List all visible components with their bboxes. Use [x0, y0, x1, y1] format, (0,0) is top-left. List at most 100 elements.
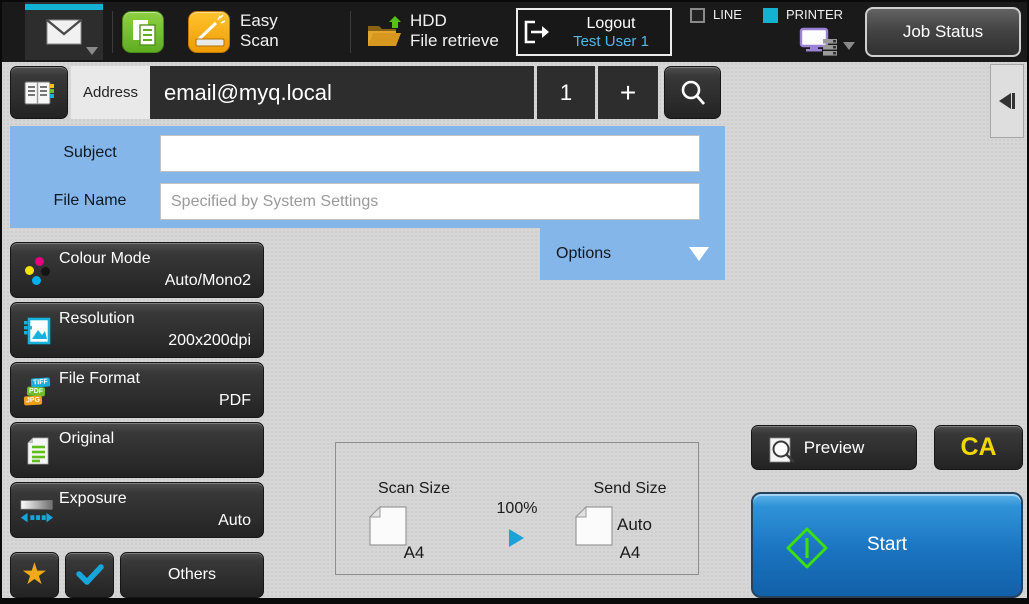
preview-label: Preview — [804, 438, 864, 458]
status-dropdown-icon[interactable] — [843, 42, 855, 50]
zoom-ratio-value: 100% — [477, 500, 557, 518]
file-format-button[interactable]: TIFF PDF JPG File Format PDF — [10, 362, 264, 418]
line-status-label: LINE — [713, 7, 742, 22]
exposure-label: Exposure — [59, 490, 127, 508]
options-expander[interactable]: Options — [540, 228, 725, 280]
job-status-button[interactable]: Job Status — [865, 7, 1021, 57]
logged-in-user: Test User 1 — [552, 33, 670, 50]
file-name-input[interactable] — [160, 183, 700, 220]
active-tab-stripe — [25, 4, 103, 10]
pdf-badge: PDF — [27, 386, 45, 396]
recipient-count: 1 — [560, 80, 572, 106]
address-value-field[interactable]: email@myq.local — [150, 66, 534, 119]
collapse-panel-icon — [999, 93, 1011, 109]
resolution-value: 200x200dpi — [168, 332, 251, 350]
email-options-panel: Subject File Name — [10, 126, 725, 228]
original-button[interactable]: Original — [10, 422, 264, 478]
options-label: Options — [556, 245, 611, 263]
hdd-retrieve-label[interactable]: HDD File retrieve — [410, 11, 499, 51]
topbar-separator — [350, 11, 351, 53]
original-icon — [20, 423, 54, 479]
plus-icon: + — [620, 77, 636, 109]
logout-button[interactable]: Logout Test User 1 — [516, 8, 672, 56]
colour-mode-button[interactable]: Colour Mode Auto/Mono2 — [10, 242, 264, 298]
email-tab-dropdown-icon[interactable] — [86, 47, 98, 55]
send-size-label: Send Size — [560, 480, 700, 498]
easy-scan-icon — [189, 12, 231, 54]
confirm-button[interactable] — [65, 552, 114, 598]
zoom-direction-icon — [509, 529, 524, 547]
others-label: Others — [168, 566, 216, 584]
copy-mode-button[interactable] — [122, 11, 164, 53]
top-bar: Easy Scan HDD File retrieve Logout Test … — [2, 2, 1027, 62]
others-button[interactable]: Others — [120, 552, 264, 598]
original-label: Original — [59, 430, 114, 448]
favourite-star-icon: ★ — [21, 560, 48, 590]
easy-scan-button[interactable] — [188, 11, 230, 53]
resolution-button[interactable]: Resolution 200x200dpi — [10, 302, 264, 358]
resolution-label: Resolution — [59, 310, 135, 328]
jpg-badge: JPG — [24, 395, 42, 405]
printer-status-indicator — [763, 8, 778, 23]
exposure-icon — [20, 483, 54, 539]
easy-scan-label-line2: Scan — [240, 31, 279, 51]
envelope-icon — [46, 19, 82, 45]
colour-mode-icon — [20, 243, 54, 299]
address-label-text: Address — [83, 84, 138, 101]
action-panel-collapse-tab[interactable] — [990, 64, 1024, 138]
recipient-count-button[interactable]: 1 — [537, 66, 595, 119]
add-recipient-button[interactable]: + — [598, 66, 658, 119]
address-book-button[interactable] — [10, 66, 68, 119]
resolution-icon — [20, 303, 54, 359]
file-format-value: PDF — [219, 392, 251, 410]
tiff-badge: TIFF — [31, 377, 50, 387]
send-size-mode: Auto — [617, 515, 677, 535]
start-button[interactable]: Start — [751, 492, 1023, 598]
collapse-panel-bar — [1012, 93, 1015, 109]
topbar-separator — [112, 11, 113, 53]
scan-page-icon — [368, 505, 408, 547]
printer-status-icon[interactable] — [797, 27, 843, 57]
file-format-label: File Format — [59, 370, 140, 388]
scan-size-label: Scan Size — [354, 480, 474, 498]
easy-scan-label[interactable]: Easy Scan — [240, 11, 279, 51]
send-size-value: A4 — [560, 543, 700, 563]
hdd-label-line2: File retrieve — [410, 31, 499, 51]
scan-size-value: A4 — [354, 543, 474, 563]
search-icon — [677, 77, 709, 109]
printer-status-label: PRINTER — [786, 7, 843, 22]
copy-icon — [123, 12, 165, 54]
send-page-icon — [574, 505, 614, 547]
colour-mode-label: Colour Mode — [59, 250, 151, 268]
exposure-value: Auto — [218, 512, 251, 530]
address-book-icon — [22, 78, 56, 108]
subject-label: Subject — [30, 144, 150, 162]
scan-to-email-screen: Easy Scan HDD File retrieve Logout Test … — [0, 0, 1029, 604]
file-name-label: File Name — [30, 192, 150, 210]
address-field-label: Address — [71, 66, 150, 119]
favourite-button[interactable]: ★ — [10, 552, 59, 598]
hdd-folder-icon[interactable] — [364, 14, 404, 52]
preview-button[interactable]: Preview — [751, 425, 917, 470]
colour-mode-value: Auto/Mono2 — [165, 272, 251, 290]
address-search-button[interactable] — [664, 66, 721, 119]
logout-label: Logout — [552, 15, 670, 33]
exposure-button[interactable]: Exposure Auto — [10, 482, 264, 538]
address-value-text: email@myq.local — [164, 80, 332, 106]
easy-scan-label-line1: Easy — [240, 11, 279, 31]
preview-icon — [766, 434, 800, 466]
subject-input[interactable] — [160, 135, 700, 172]
size-summary-panel[interactable]: Scan Size A4 100% Send Size Auto A4 — [335, 442, 699, 575]
line-status-indicator — [690, 8, 705, 23]
clear-all-button[interactable]: CA — [934, 425, 1023, 470]
options-dropdown-icon — [689, 247, 709, 261]
hdd-label-line1: HDD — [410, 11, 499, 31]
job-status-label: Job Status — [903, 22, 983, 42]
start-label: Start — [867, 534, 907, 556]
logout-icon — [518, 17, 552, 47]
ca-label: CA — [960, 433, 996, 462]
start-icon — [785, 526, 829, 570]
tab-email-mode[interactable] — [25, 2, 103, 60]
check-icon — [75, 563, 105, 587]
file-format-icon: TIFF PDF JPG — [20, 363, 54, 419]
